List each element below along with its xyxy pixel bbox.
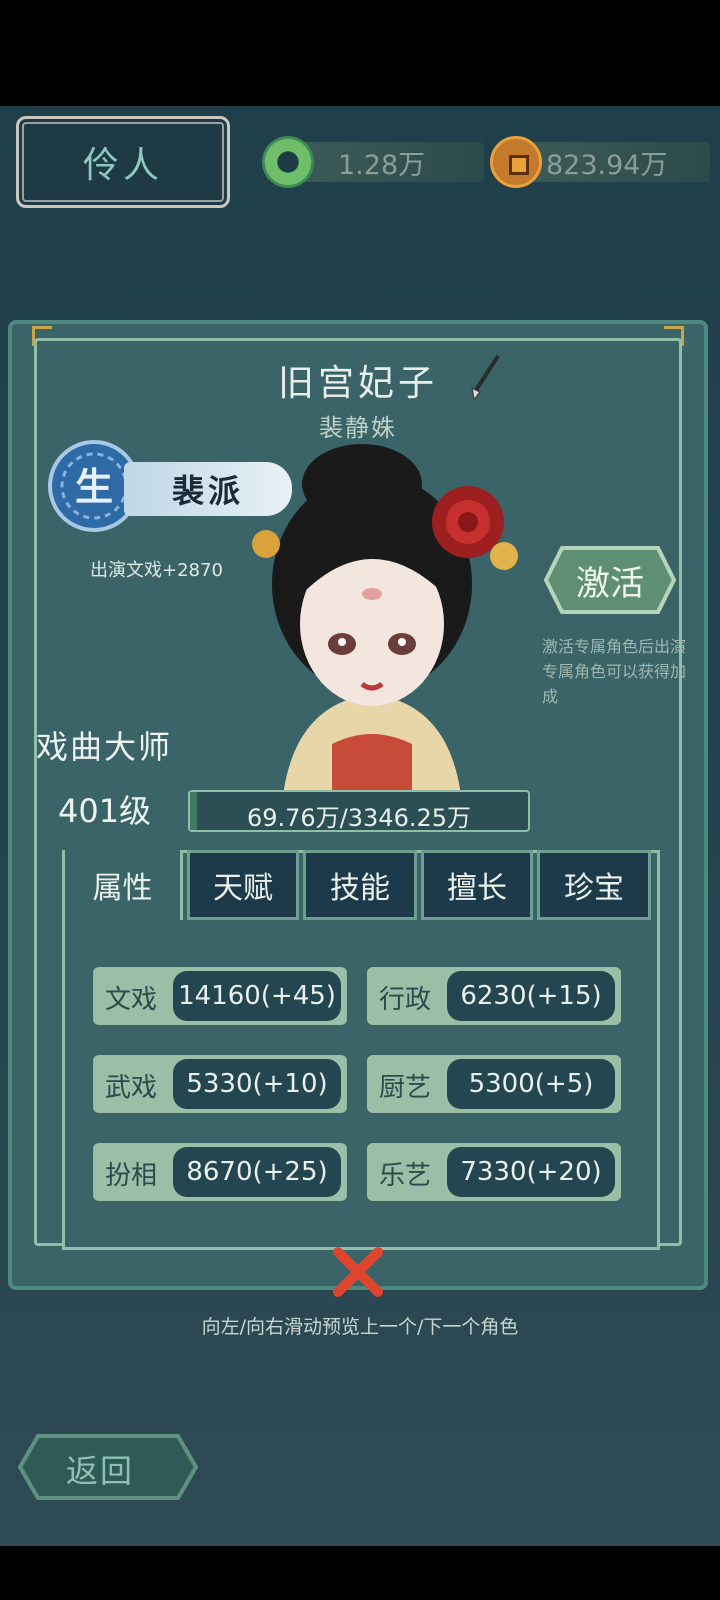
close-icon[interactable] — [330, 1244, 386, 1300]
performance-bonus: 出演文戏+2870 — [90, 560, 223, 581]
stat-label: 文戏 — [105, 985, 158, 1015]
rank-title: 戏曲大师 — [36, 728, 173, 766]
copper-coin-icon — [490, 136, 542, 188]
activate-note: 激活专属角色后出演专属角色可以获得加成 — [542, 637, 687, 706]
tab-talents[interactable]: 天赋 — [187, 850, 299, 920]
brush-edit-icon[interactable] — [464, 352, 504, 402]
character-name: 旧宫妃子 — [277, 363, 438, 404]
stat-xingzheng: 行政 6230(+15) — [367, 967, 621, 1025]
stat-wenxi: 文戏 14160(+45) — [93, 967, 347, 1025]
school-emblem-char: 生 — [75, 465, 113, 509]
stat-label: 乐艺 — [379, 1161, 432, 1191]
stat-label: 扮相 — [105, 1161, 158, 1191]
tab-attributes[interactable]: 属性 — [65, 850, 183, 920]
tab-skills[interactable]: 技能 — [303, 850, 417, 920]
stat-banxiang: 扮相 8670(+25) — [93, 1143, 347, 1201]
stat-value: 6230(+15) — [447, 971, 615, 1021]
swipe-hint: 向左/向右滑动预览上一个/下一个角色 — [201, 1316, 519, 1338]
stat-label: 行政 — [379, 985, 432, 1015]
activate-label: 激活 — [576, 564, 644, 604]
coin-currency: 823.94万 — [490, 136, 710, 188]
exp-progress-bar: 69.76万/3346.25万 — [188, 790, 530, 832]
coin-currency-value: 823.94万 — [546, 149, 668, 181]
stat-label: 武戏 — [105, 1073, 158, 1103]
top-bar: 伶人 1.28万 823.94万 — [0, 106, 720, 218]
character-panel: 旧宫妃子 裴静姝 生 裴派 出演文戏+2870 激活 激活专属角色后出演专属角色… — [8, 320, 708, 1290]
stat-value: 5330(+10) — [173, 1059, 341, 1109]
page-title: 伶人 — [82, 145, 163, 186]
stat-wuxi: 武戏 5330(+10) — [93, 1055, 347, 1113]
level-label: 401级 — [58, 792, 152, 830]
back-button[interactable]: 返回 — [16, 1432, 200, 1502]
tab-specialties[interactable]: 擅长 — [421, 850, 533, 920]
tabs-container: 属性 天赋 技能 擅长 珍宝 文戏 14160(+45) 行政 6230(+15… — [62, 850, 660, 1250]
back-label: 返回 — [66, 1452, 135, 1490]
stat-value: 8670(+25) — [173, 1147, 341, 1197]
activate-button[interactable]: 激活 — [542, 544, 678, 616]
stat-value: 5300(+5) — [447, 1059, 615, 1109]
tab-treasures[interactable]: 珍宝 — [537, 850, 651, 920]
stat-value: 14160(+45) — [173, 971, 341, 1021]
jade-currency-value: 1.28万 — [338, 149, 426, 181]
stat-chuyi: 厨艺 5300(+5) — [367, 1055, 621, 1113]
jade-ring-icon — [262, 136, 314, 188]
stat-yueyi: 乐艺 7330(+20) — [367, 1143, 621, 1201]
stat-label: 厨艺 — [379, 1073, 432, 1103]
stat-value: 7330(+20) — [447, 1147, 615, 1197]
exp-progress-text: 69.76万/3346.25万 — [246, 804, 472, 832]
jade-currency: 1.28万 — [262, 136, 484, 188]
character-portrait — [252, 444, 518, 804]
game-screen: 伶人 1.28万 823.94万 旧宫妃子 裴静姝 生 裴派 出演文戏+2870 — [0, 106, 720, 1546]
page-title-plate: 伶人 — [16, 116, 230, 208]
